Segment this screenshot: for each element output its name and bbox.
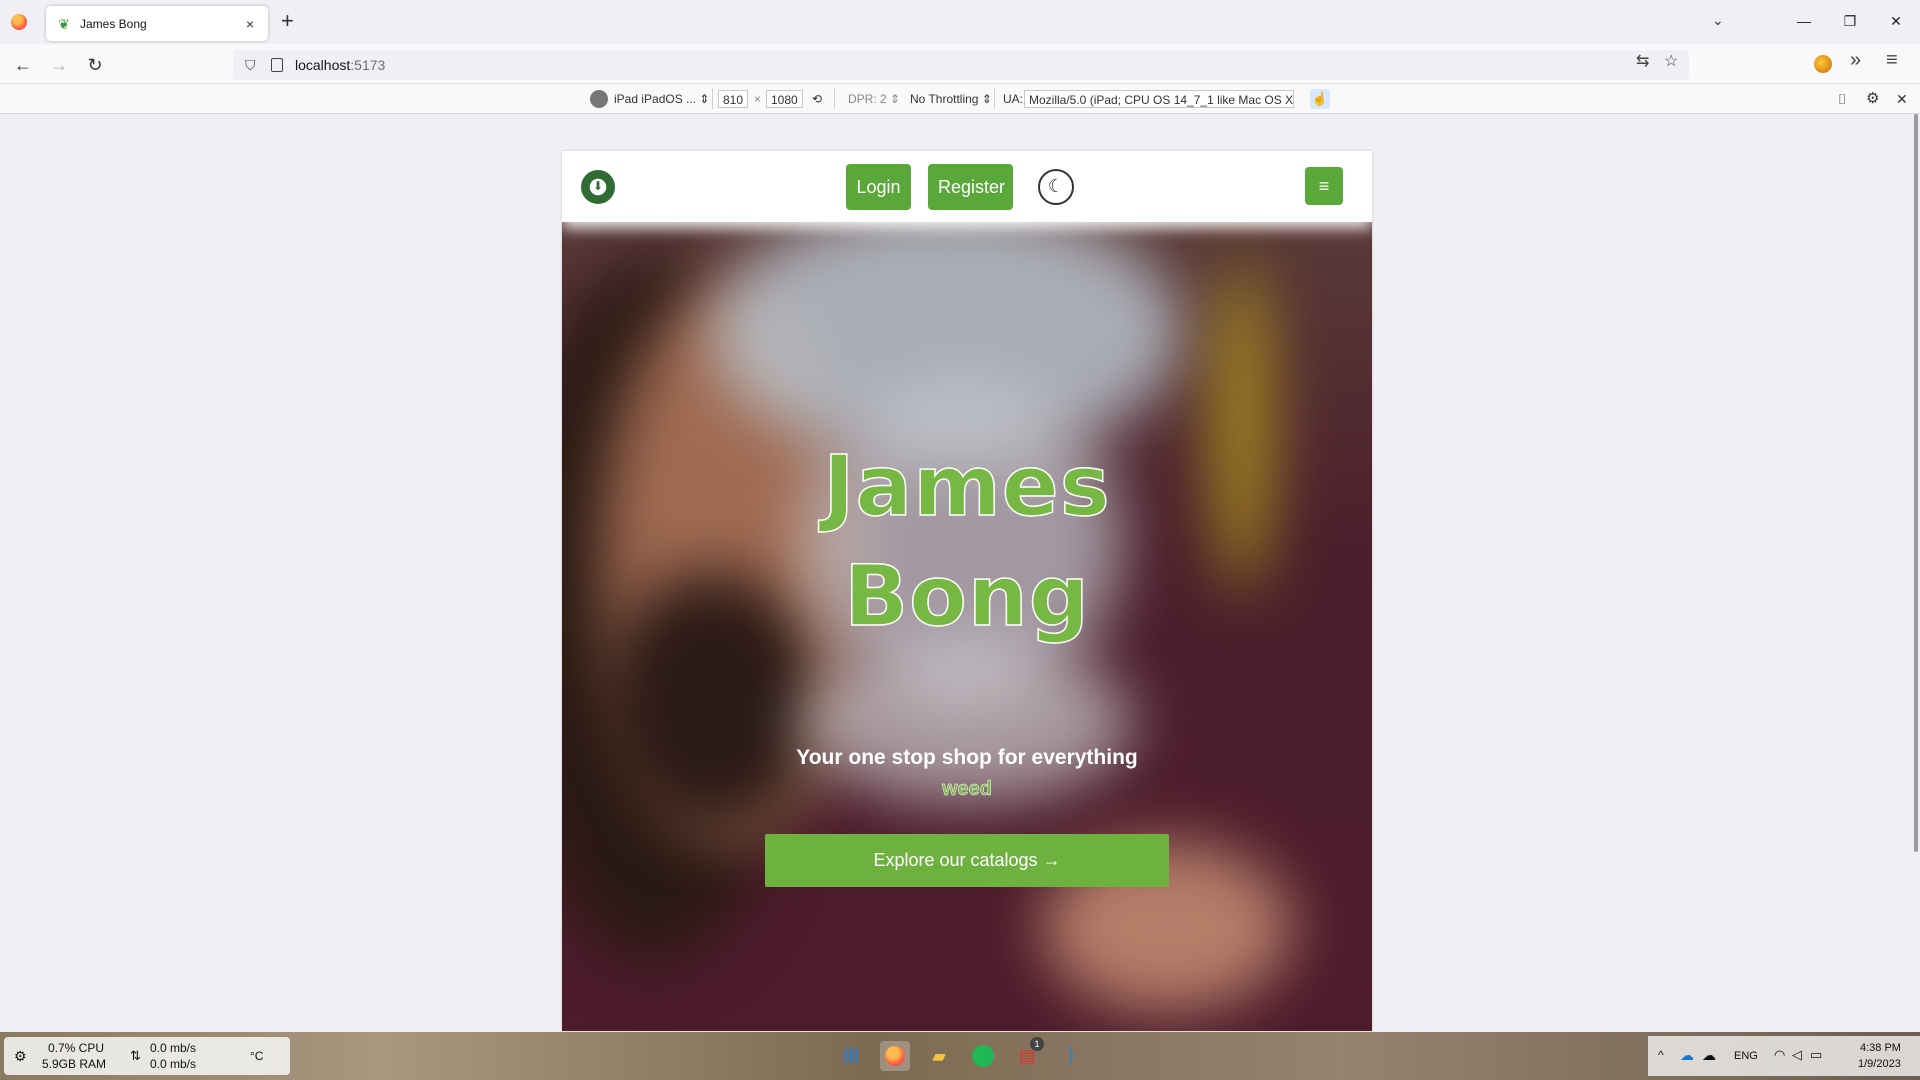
hero-title-line-2: Bong [843, 546, 1090, 646]
windows-taskbar: ⚙ 0.7% CPU 5.9GB RAM ⇅ 0.0 mb/s 0.0 mb/s… [0, 1032, 1920, 1080]
extension-icon[interactable] [1814, 55, 1832, 73]
url-bar[interactable]: ⛉ localhost :5173 [233, 50, 1689, 80]
viewport-width-input[interactable]: 810 [718, 90, 749, 108]
throttling-value: No Throttling [910, 92, 979, 106]
responsive-design-toolbar: iPad iPadOS ... ⇕ 810 × 1080 ⟲ DPR: 2 ⇕ … [0, 84, 1920, 114]
login-button[interactable]: Login [846, 164, 911, 210]
throttling-selector[interactable]: No Throttling ⇕ [910, 90, 992, 108]
device-selector[interactable]: iPad iPadOS ... ⇕ [614, 90, 709, 108]
tab-strip: ❦ James Bong × + ⌄ — ❐ ✕ [0, 0, 1920, 44]
clock-date[interactable]: 1/9/2023 [1858, 1058, 1901, 1070]
ram-usage: 5.9GB RAM [42, 1057, 107, 1071]
explore-catalogs-button[interactable]: Explore our catalogs → [765, 834, 1169, 887]
notification-badge: 1 [1030, 1037, 1044, 1051]
navigation-toolbar: ← → ↻ ⛉ localhost :5173 ⇆ ☆ » ≡ [0, 44, 1920, 84]
onedrive-cloud-icon[interactable]: ☁ [1680, 1047, 1694, 1064]
translate-icon[interactable]: ⇆ [1636, 51, 1649, 71]
hero-tagline-highlight: weed [941, 778, 993, 801]
spotify-logo-icon [972, 1045, 994, 1067]
touch-simulation-icon[interactable]: ☝ [1310, 89, 1330, 109]
temperature: °C [250, 1049, 264, 1063]
system-tray: ^ ☁ ☁ ENG ◠ ◁ ▭ 4:38 PM 1/9/2023 [1648, 1036, 1920, 1076]
volume-icon[interactable]: ◁ [1792, 1047, 1802, 1063]
divider [834, 89, 835, 109]
screenshot-icon[interactable]: ⌷ [1838, 90, 1846, 108]
dimension-separator: × [754, 92, 762, 106]
hero-title-line-1: James [823, 436, 1111, 536]
overflow-menu-icon[interactable]: » [1850, 49, 1861, 72]
todo-app-icon[interactable]: ▤ 1 [1012, 1037, 1044, 1071]
forward-button[interactable]: → [46, 52, 72, 78]
site-logo-icon[interactable] [581, 170, 615, 204]
dpr-selector[interactable]: DPR: 2 ⇕ [848, 90, 900, 108]
close-rdm-icon[interactable]: ✕ [1896, 90, 1908, 108]
device-icon [590, 90, 608, 108]
app-menu-icon[interactable]: ≡ [1886, 49, 1898, 72]
url-host: localhost [295, 57, 351, 73]
back-button[interactable]: ← [10, 52, 36, 78]
firefox-logo-icon [885, 1046, 905, 1066]
photo-yellow-streak [1212, 262, 1272, 592]
theme-toggle-moon-icon[interactable]: ☾ [1038, 169, 1074, 205]
device-name: iPad iPadOS ... [614, 92, 697, 106]
hero-section: James Bong Your one stop shop for everyt… [562, 222, 1372, 1031]
dpr-value: DPR: 2 [848, 92, 887, 106]
vscode-icon[interactable]: ⟩ [1056, 1041, 1086, 1071]
monitor-gear-icon: ⚙ [14, 1048, 27, 1064]
divider [712, 89, 713, 109]
window-close-button[interactable]: ✕ [1876, 8, 1916, 34]
hamburger-menu-icon[interactable]: ≡ [1305, 167, 1343, 205]
list-all-tabs-button[interactable]: ⌄ [1712, 12, 1724, 29]
restore-button[interactable]: ❐ [1830, 8, 1870, 34]
device-viewport: Login Register ☾ ≡ James Bong Your one s… [562, 151, 1372, 1031]
viewport-height-input[interactable]: 1080 [766, 90, 803, 108]
page-scrollbar[interactable] [1914, 114, 1918, 852]
file-explorer-icon[interactable]: ▰ [924, 1041, 954, 1071]
hero-tagline: Your one stop shop for everything [796, 746, 1138, 769]
network-upload: 0.0 mb/s [150, 1041, 197, 1055]
tab-title: James Bong [80, 16, 147, 31]
battery-icon[interactable]: ▭ [1810, 1047, 1822, 1063]
register-button[interactable]: Register [928, 164, 1013, 210]
tracking-protection-shield-icon[interactable]: ⛉ [245, 57, 261, 73]
firefox-icon[interactable] [11, 14, 27, 30]
page-info-icon[interactable] [271, 58, 283, 72]
clock-time[interactable]: 4:38 PM [1860, 1042, 1901, 1054]
minimize-button[interactable]: — [1784, 8, 1824, 34]
network-download: 0.0 mb/s [150, 1057, 197, 1071]
settings-gear-icon[interactable]: ⚙ [1866, 90, 1879, 108]
spotify-icon[interactable] [968, 1041, 998, 1071]
cpu-usage: 0.7% CPU [48, 1041, 105, 1055]
new-tab-button[interactable]: + [281, 10, 294, 32]
network-arrows-icon: ⇅ [130, 1048, 141, 1063]
firefox-taskbar-icon[interactable] [880, 1041, 910, 1071]
show-hidden-icons-chevron-icon[interactable]: ^ [1658, 1048, 1664, 1062]
rotate-viewport-icon[interactable]: ⟲ [812, 90, 822, 108]
wifi-icon[interactable]: ◠ [1774, 1047, 1785, 1063]
tab-close-icon[interactable]: × [242, 16, 258, 32]
divider [994, 89, 995, 109]
cloud-outline-icon[interactable]: ☁ [1702, 1047, 1716, 1064]
system-monitor-widget[interactable]: ⚙ 0.7% CPU 5.9GB RAM ⇅ 0.0 mb/s 0.0 mb/s… [4, 1037, 290, 1075]
url-port: :5173 [350, 57, 386, 73]
reload-button[interactable]: ↻ [82, 52, 108, 78]
input-language[interactable]: ENG [1734, 1050, 1758, 1062]
leaf-favicon-icon: ❦ [58, 15, 70, 32]
bookmark-star-icon[interactable]: ☆ [1664, 51, 1678, 71]
user-agent-input[interactable]: Mozilla/5.0 (iPad; CPU OS 14_7_1 like Ma… [1024, 90, 1294, 108]
ua-label: UA: [1003, 92, 1024, 106]
start-menu-icon[interactable]: ⊞ [836, 1041, 866, 1071]
tab-james-bong[interactable]: ❦ James Bong × [46, 6, 268, 41]
site-header: Login Register ☾ ≡ [562, 151, 1372, 222]
